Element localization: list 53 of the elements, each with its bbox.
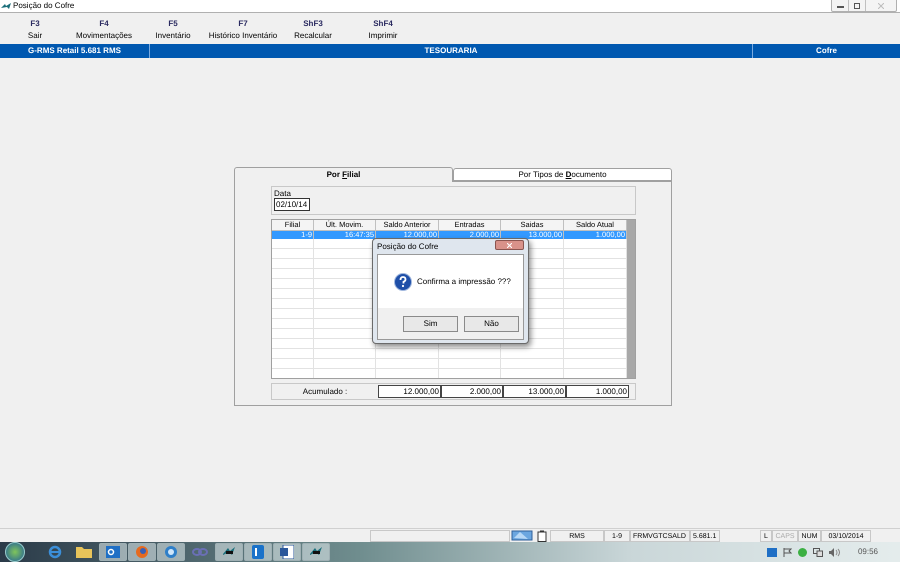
total-value: 12.000,00 xyxy=(378,385,441,398)
browser-icon xyxy=(48,545,62,559)
volume-icon xyxy=(828,548,840,556)
dialog-button[interactable]: Sim xyxy=(403,316,458,332)
clock: 09:56 xyxy=(858,546,878,558)
taskbar-button[interactable] xyxy=(215,543,243,561)
total-value: 2.000,00 xyxy=(441,385,503,398)
toolbar-button[interactable]: F3 Sair xyxy=(10,19,60,40)
document-app-icon xyxy=(280,545,294,559)
date-field[interactable]: 02/10/14 xyxy=(274,198,310,211)
app-icon xyxy=(221,546,237,558)
dialog-message: Confirma a impressão ??? xyxy=(417,276,511,288)
window-title: Posição do Cofre xyxy=(13,0,74,12)
toolbar-button[interactable]: ShF3 Recalcular xyxy=(288,19,338,40)
taskbar-button[interactable] xyxy=(273,543,301,561)
taskbar-button[interactable] xyxy=(99,543,127,561)
tab[interactable]: Por Filial xyxy=(234,167,453,182)
toolbar-button[interactable]: ShF4 Imprimir xyxy=(338,19,428,40)
screen-title: Cofre xyxy=(815,45,838,57)
app-icon xyxy=(1,2,11,10)
scrollbar[interactable] xyxy=(627,220,635,378)
mail-app-icon xyxy=(106,546,120,558)
start-button[interactable] xyxy=(5,542,25,562)
module-title: TESOURARIA xyxy=(150,44,753,58)
totals-label: Acumulado : xyxy=(302,386,348,398)
close-icon xyxy=(507,242,512,248)
app-icon xyxy=(308,546,324,558)
network-icon xyxy=(812,548,823,556)
close-button[interactable] xyxy=(495,240,524,250)
toolbar-button[interactable]: F7 Histórico Inventário xyxy=(198,19,288,40)
flag-icon xyxy=(782,548,792,556)
taskbar-button[interactable] xyxy=(302,543,330,561)
system-version: G-RMS Retail 5.681 RMS xyxy=(0,44,150,58)
question-icon xyxy=(394,272,412,290)
globe-icon xyxy=(164,545,178,559)
link-icon xyxy=(192,548,208,556)
chat-app-icon xyxy=(252,545,264,559)
monitor-icon xyxy=(511,530,533,541)
total-value: 1.000,00 xyxy=(566,385,629,398)
dialog-title: Posição do Cofre xyxy=(377,241,438,253)
date-label: Data xyxy=(274,189,292,198)
close-icon xyxy=(878,2,884,8)
toolbar-button[interactable]: F4 Movimentações xyxy=(60,19,148,40)
toolbar-button[interactable]: F5 Inventário xyxy=(148,19,198,40)
dialog-button[interactable]: Não xyxy=(464,316,519,332)
fox-browser-icon xyxy=(135,545,149,559)
taskbar-button[interactable] xyxy=(244,543,272,561)
tab[interactable]: Por Tipos de Documento xyxy=(453,168,672,181)
mail-app-icon xyxy=(766,548,777,556)
clipboard-icon xyxy=(537,530,547,542)
folder-icon xyxy=(76,546,92,558)
sync-icon xyxy=(798,548,807,556)
total-value: 13.000,00 xyxy=(503,385,566,398)
